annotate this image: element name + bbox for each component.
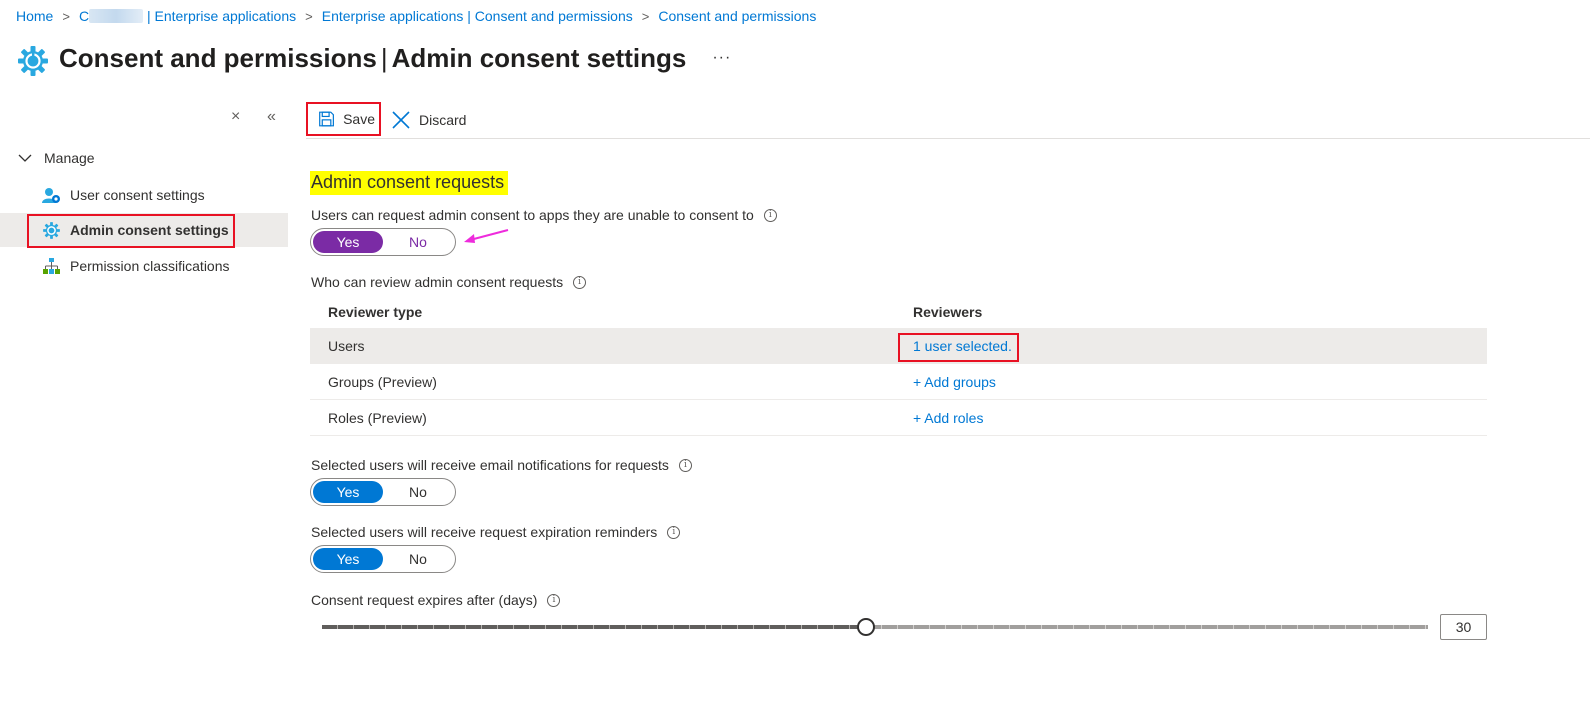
gear-icon (43, 221, 60, 239)
breadcrumb-tenant[interactable]: C | Enterprise applications (79, 8, 296, 24)
request-consent-toggle[interactable]: Yes No (310, 228, 456, 256)
sidebar-group-label: Manage (44, 150, 95, 166)
reviewers-table: Reviewer type Reviewers Users 1 user sel… (310, 296, 1487, 436)
toggle-yes[interactable]: Yes (313, 548, 383, 570)
expiration-reminders-toggle[interactable]: Yes No (310, 545, 456, 573)
close-icon (392, 110, 410, 129)
table-row[interactable]: Roles (Preview) + Add roles (310, 400, 1487, 436)
save-label: Save (343, 110, 375, 127)
toggle-yes[interactable]: Yes (313, 231, 383, 253)
table-header: Reviewer type Reviewers (310, 296, 1487, 328)
breadcrumb-separator: > (62, 8, 70, 24)
sidebar-item-label: Admin consent settings (70, 222, 229, 238)
redacted-text (89, 9, 144, 23)
command-bar: Save Discard (306, 101, 1590, 139)
hierarchy-icon (43, 257, 60, 274)
sidebar-item-admin-consent-settings[interactable]: Admin consent settings (0, 213, 288, 247)
sidebar-item-label: User consent settings (70, 187, 205, 203)
breadcrumb-separator: > (641, 8, 650, 24)
save-button[interactable]: Save (306, 101, 381, 136)
annotation-arrow-icon (464, 229, 509, 243)
discard-label: Discard (419, 111, 467, 128)
info-icon[interactable]: i (547, 593, 561, 607)
toggle-no[interactable]: No (383, 548, 453, 570)
expiry-days-input[interactable]: 30 (1440, 614, 1487, 640)
breadcrumb-current[interactable]: Consent and permissions (658, 8, 816, 24)
sidebar-group-manage[interactable]: Manage (18, 150, 95, 166)
chevron-down-icon (18, 154, 32, 162)
users-selected-link[interactable]: 1 user selected. (913, 338, 1012, 354)
add-groups-link[interactable]: + Add groups (913, 374, 996, 390)
table-row[interactable]: Users 1 user selected. (310, 328, 1487, 364)
sidebar-item-permission-classifications[interactable]: Permission classifications (28, 249, 230, 283)
table-row[interactable]: Groups (Preview) + Add groups (310, 364, 1487, 400)
email-notifications-toggle[interactable]: Yes No (310, 478, 456, 506)
toggle-yes[interactable]: Yes (313, 481, 383, 503)
toggle-no[interactable]: No (383, 231, 453, 253)
sidebar-item-label: Permission classifications (70, 258, 230, 274)
close-icon[interactable]: × (231, 108, 240, 126)
slider-thumb[interactable] (856, 618, 875, 636)
expiry-days-slider[interactable] (322, 616, 1428, 638)
column-header-reviewers: Reviewers (913, 304, 983, 320)
add-roles-link[interactable]: + Add roles (913, 410, 983, 426)
discard-button[interactable]: Discard (381, 103, 470, 137)
expiration-reminders-label: Selected users will receive request expi… (311, 524, 681, 540)
column-header-reviewer-type: Reviewer type (328, 304, 423, 320)
toggle-no[interactable]: No (383, 481, 453, 503)
section-title: Admin consent requests (310, 171, 509, 195)
breadcrumb-home[interactable]: Home (16, 8, 53, 24)
email-notifications-label: Selected users will receive email notifi… (311, 457, 692, 473)
expiry-days-label: Consent request expires after (days) i (311, 592, 561, 608)
collapse-sidebar-icon[interactable]: « (267, 108, 276, 126)
reviewer-type-cell: Groups (Preview) (328, 373, 437, 390)
page-header: Consent and permissions | Admin consent se… (16, 38, 731, 78)
request-consent-label: Users can request admin consent to apps … (311, 207, 777, 223)
page-title: Consent and permissions | Admin consent se… (59, 42, 687, 73)
reviewer-type-cell: Users (328, 337, 365, 354)
reviewers-label: Who can review admin consent requests i (311, 274, 587, 290)
slider-track[interactable] (322, 625, 1428, 629)
breadcrumb: Home > C | Enterprise applications > Ent… (16, 8, 816, 24)
info-icon[interactable]: i (763, 208, 777, 222)
breadcrumb-consent-permissions[interactable]: Enterprise applications | Consent and pe… (322, 8, 633, 24)
info-icon[interactable]: i (573, 275, 587, 289)
reviewer-type-cell: Roles (Preview) (328, 409, 427, 426)
user-settings-icon (42, 187, 60, 203)
info-icon[interactable]: i (667, 525, 681, 539)
slider-track-remaining (865, 625, 1428, 629)
sidebar-item-user-consent-settings[interactable]: User consent settings (28, 178, 205, 212)
breadcrumb-separator: > (305, 8, 313, 24)
info-icon[interactable]: i (678, 458, 692, 472)
save-icon (319, 111, 334, 126)
more-options-button[interactable]: ··· (712, 49, 731, 67)
gear-icon (18, 46, 48, 76)
